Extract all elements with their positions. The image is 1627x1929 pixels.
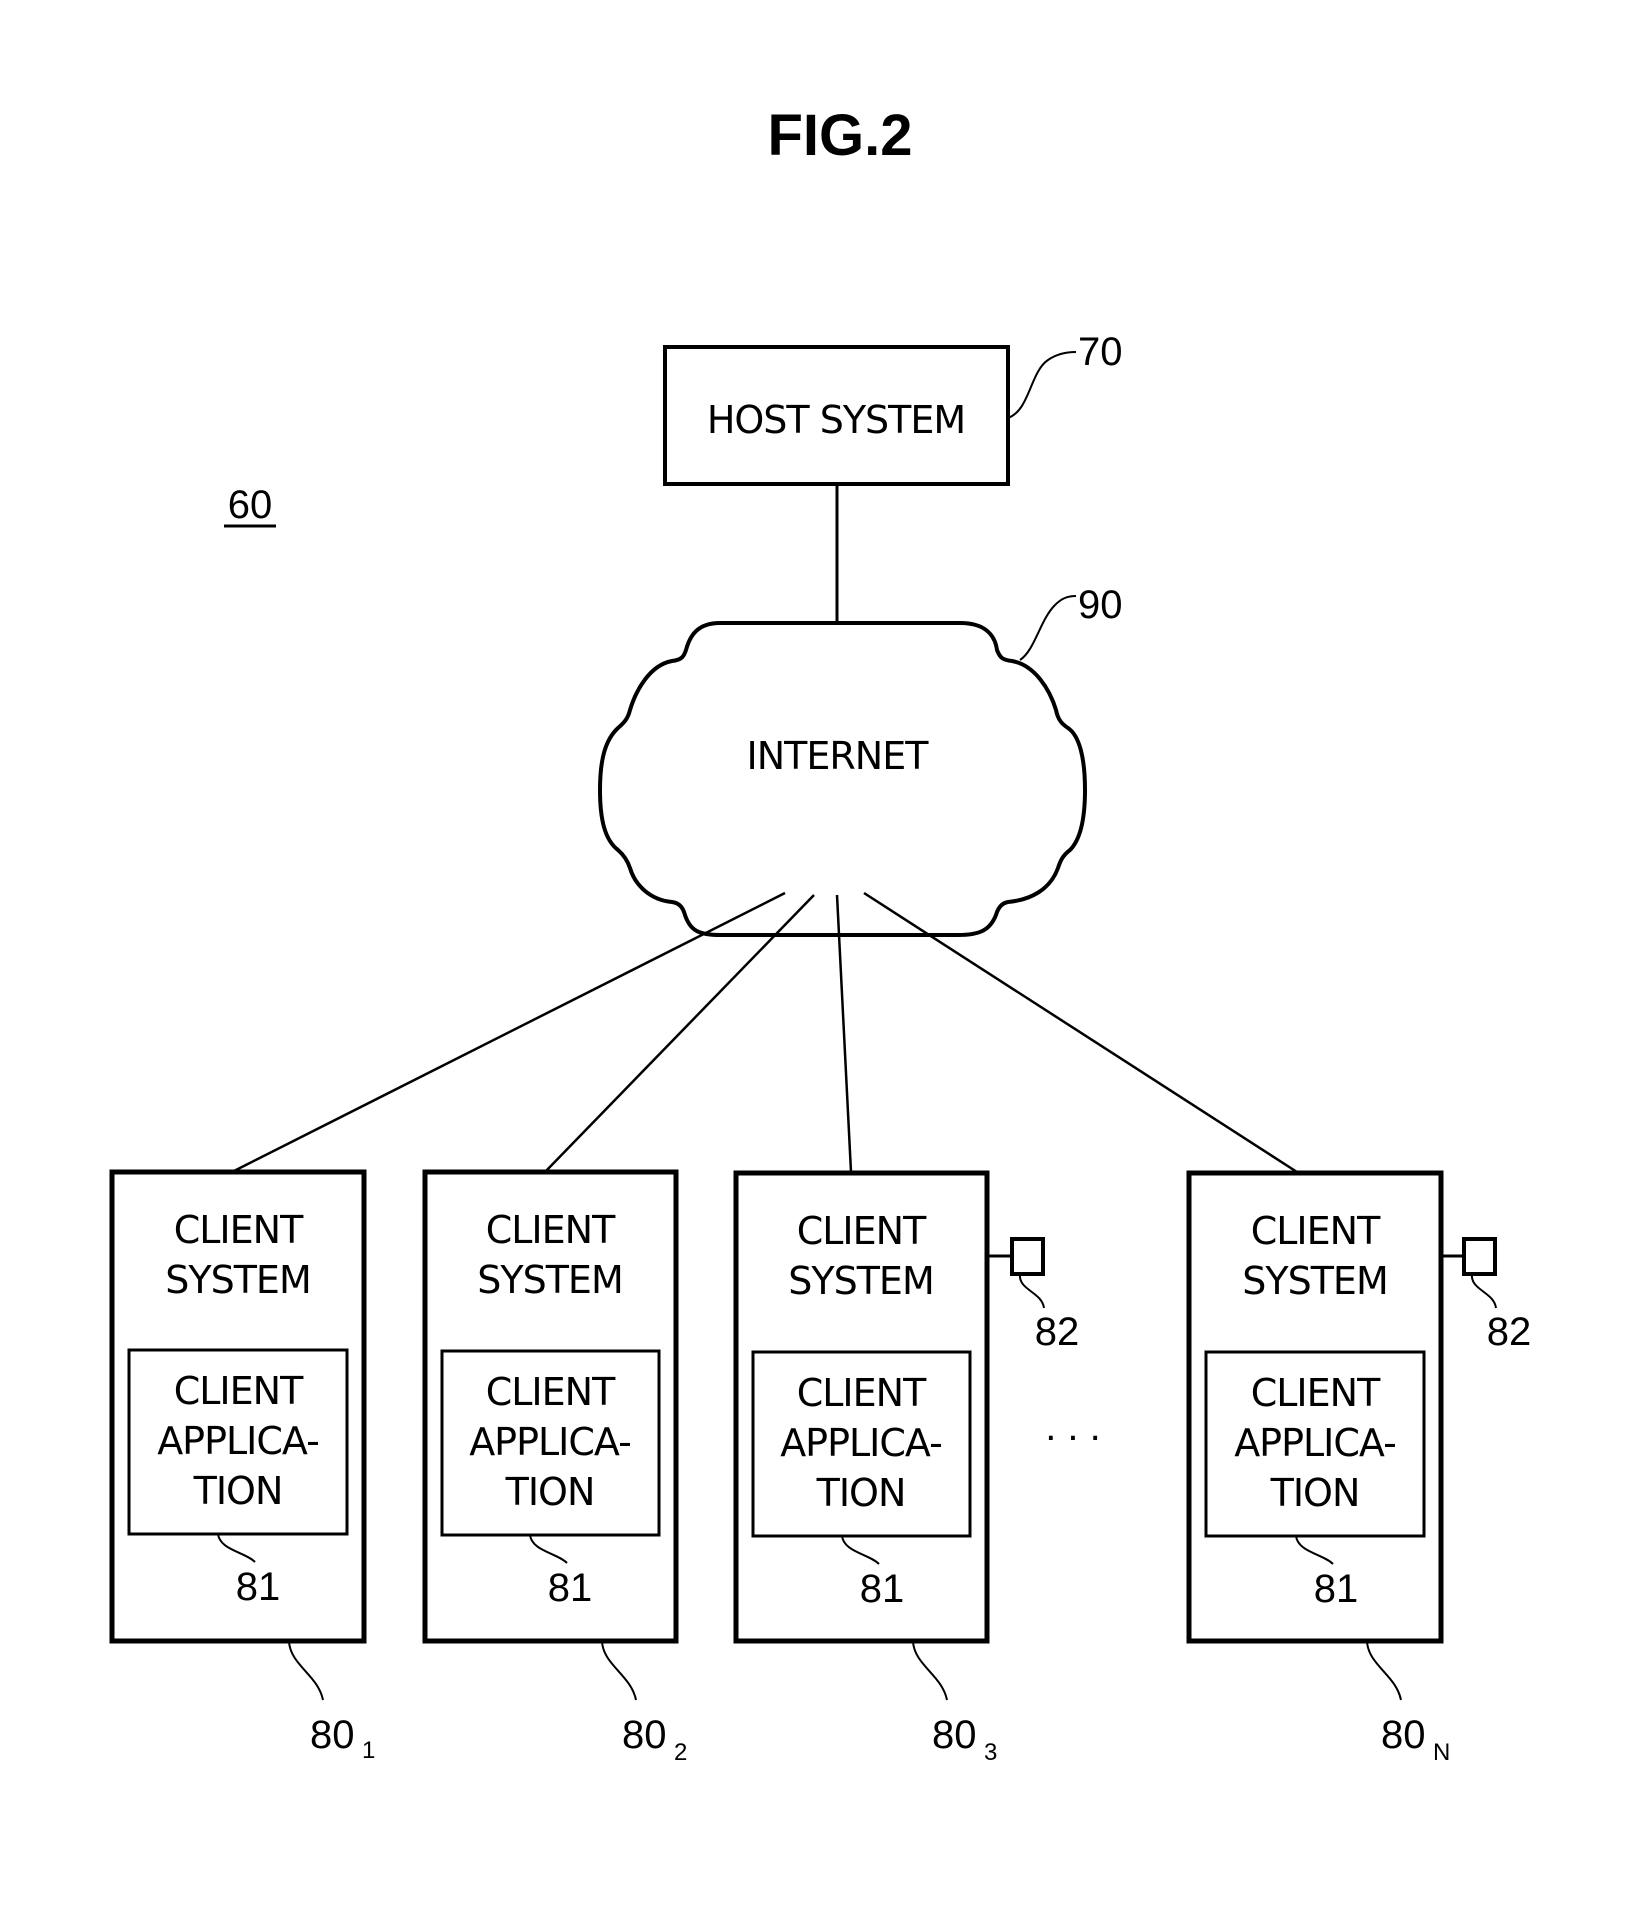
client-ref-n: 80 (1381, 1713, 1426, 1757)
link-client-1 (231, 891, 786, 1174)
client-app-label-line2: APPLICA- (1234, 1421, 1396, 1465)
client-ref-sub-2: 2 (674, 1739, 687, 1766)
link-client-2 (544, 894, 815, 1173)
peripheral-ref-leader (1018, 1273, 1045, 1309)
client-app-label-line1: CLIENT (797, 1371, 927, 1415)
peripheral-ref-label: 82 (1035, 1310, 1080, 1354)
client-app-label-line2: APPLICA- (469, 1420, 631, 1464)
client-ref-sub-3: 3 (984, 1739, 997, 1766)
client-system-label-line2: SYSTEM (788, 1259, 933, 1303)
client-system-label-line2: SYSTEM (1242, 1259, 1387, 1303)
client-system-3: CLIENT SYSTEM CLIENT APPLICA- TION 81 (733, 1170, 990, 1644)
peripheral-box (1010, 1237, 1045, 1276)
peripheral-ref-label: 82 (1487, 1310, 1532, 1354)
client-ref-sub-1: 1 (362, 1737, 375, 1764)
client-app-label-line2: APPLICA- (780, 1421, 942, 1465)
client-app-label-line3: TION (505, 1470, 595, 1514)
client-system-label-line1: CLIENT (1251, 1209, 1381, 1253)
client-system-n: CLIENT SYSTEM CLIENT APPLICA- TION 81 (1186, 1170, 1444, 1644)
client-app-label-line3: TION (193, 1469, 283, 1513)
app-ref-label: 81 (236, 1565, 281, 1609)
client-ref-3: 80 (932, 1713, 977, 1757)
client-system-label-line1: CLIENT (174, 1208, 304, 1252)
peripheral-device-n: 82 (1441, 1237, 1532, 1354)
client-app-label-line1: CLIENT (486, 1370, 616, 1414)
client-ref-leader-1 (288, 1640, 324, 1701)
client-ref-1: 80 (310, 1713, 355, 1757)
host-system: HOST SYSTEM (663, 345, 1010, 486)
client-ref-leader-n (1366, 1640, 1402, 1701)
client-system-label-line2: SYSTEM (165, 1258, 310, 1302)
network-diagram: FIG.2 60 HOST SYSTEM 70 INTERNET 90 CLIE… (109, 103, 1532, 1766)
client-system-label-line1: CLIENT (486, 1208, 616, 1252)
host-ref-label: 70 (1078, 330, 1123, 374)
app-ref-label: 81 (1314, 1567, 1359, 1611)
client-system-label-line2: SYSTEM (477, 1258, 622, 1302)
client-system-2: CLIENT SYSTEM CLIENT APPLICA- TION 81 (422, 1169, 679, 1644)
ellipsis: . . . (1045, 1405, 1101, 1449)
client-ref-sub-n: N (1433, 1739, 1450, 1766)
client-ref-leader-3 (912, 1640, 948, 1701)
internet-ref-leader (1019, 595, 1077, 661)
peripheral-device-3: 82 (987, 1237, 1080, 1354)
app-ref-label: 81 (548, 1566, 593, 1610)
app-ref-label: 81 (860, 1567, 905, 1611)
client-app-label-line1: CLIENT (1251, 1371, 1381, 1415)
client-system-1: CLIENT SYSTEM CLIENT APPLICA- TION 81 (109, 1169, 367, 1644)
system-ref-label: 60 (228, 483, 273, 527)
client-ref-leader-2 (601, 1640, 637, 1701)
host-system-label: HOST SYSTEM (707, 398, 965, 442)
peripheral-ref-leader (1470, 1273, 1497, 1309)
client-app-label-line2: APPLICA- (157, 1419, 319, 1463)
internet-cloud: INTERNET (597, 621, 1088, 937)
host-ref-leader (1007, 351, 1077, 419)
client-ref-2: 80 (622, 1713, 667, 1757)
internet-cloud-shape (597, 621, 1088, 937)
internet-ref-label: 90 (1078, 583, 1123, 627)
internet-label: INTERNET (747, 734, 930, 778)
client-app-label-line1: CLIENT (174, 1369, 304, 1413)
peripheral-box (1462, 1237, 1497, 1276)
client-app-label-line3: TION (816, 1471, 906, 1515)
figure-title: FIG.2 (767, 103, 912, 168)
client-system-label-line1: CLIENT (797, 1209, 927, 1253)
link-client-n (863, 891, 1298, 1174)
client-app-label-line3: TION (1270, 1471, 1360, 1515)
